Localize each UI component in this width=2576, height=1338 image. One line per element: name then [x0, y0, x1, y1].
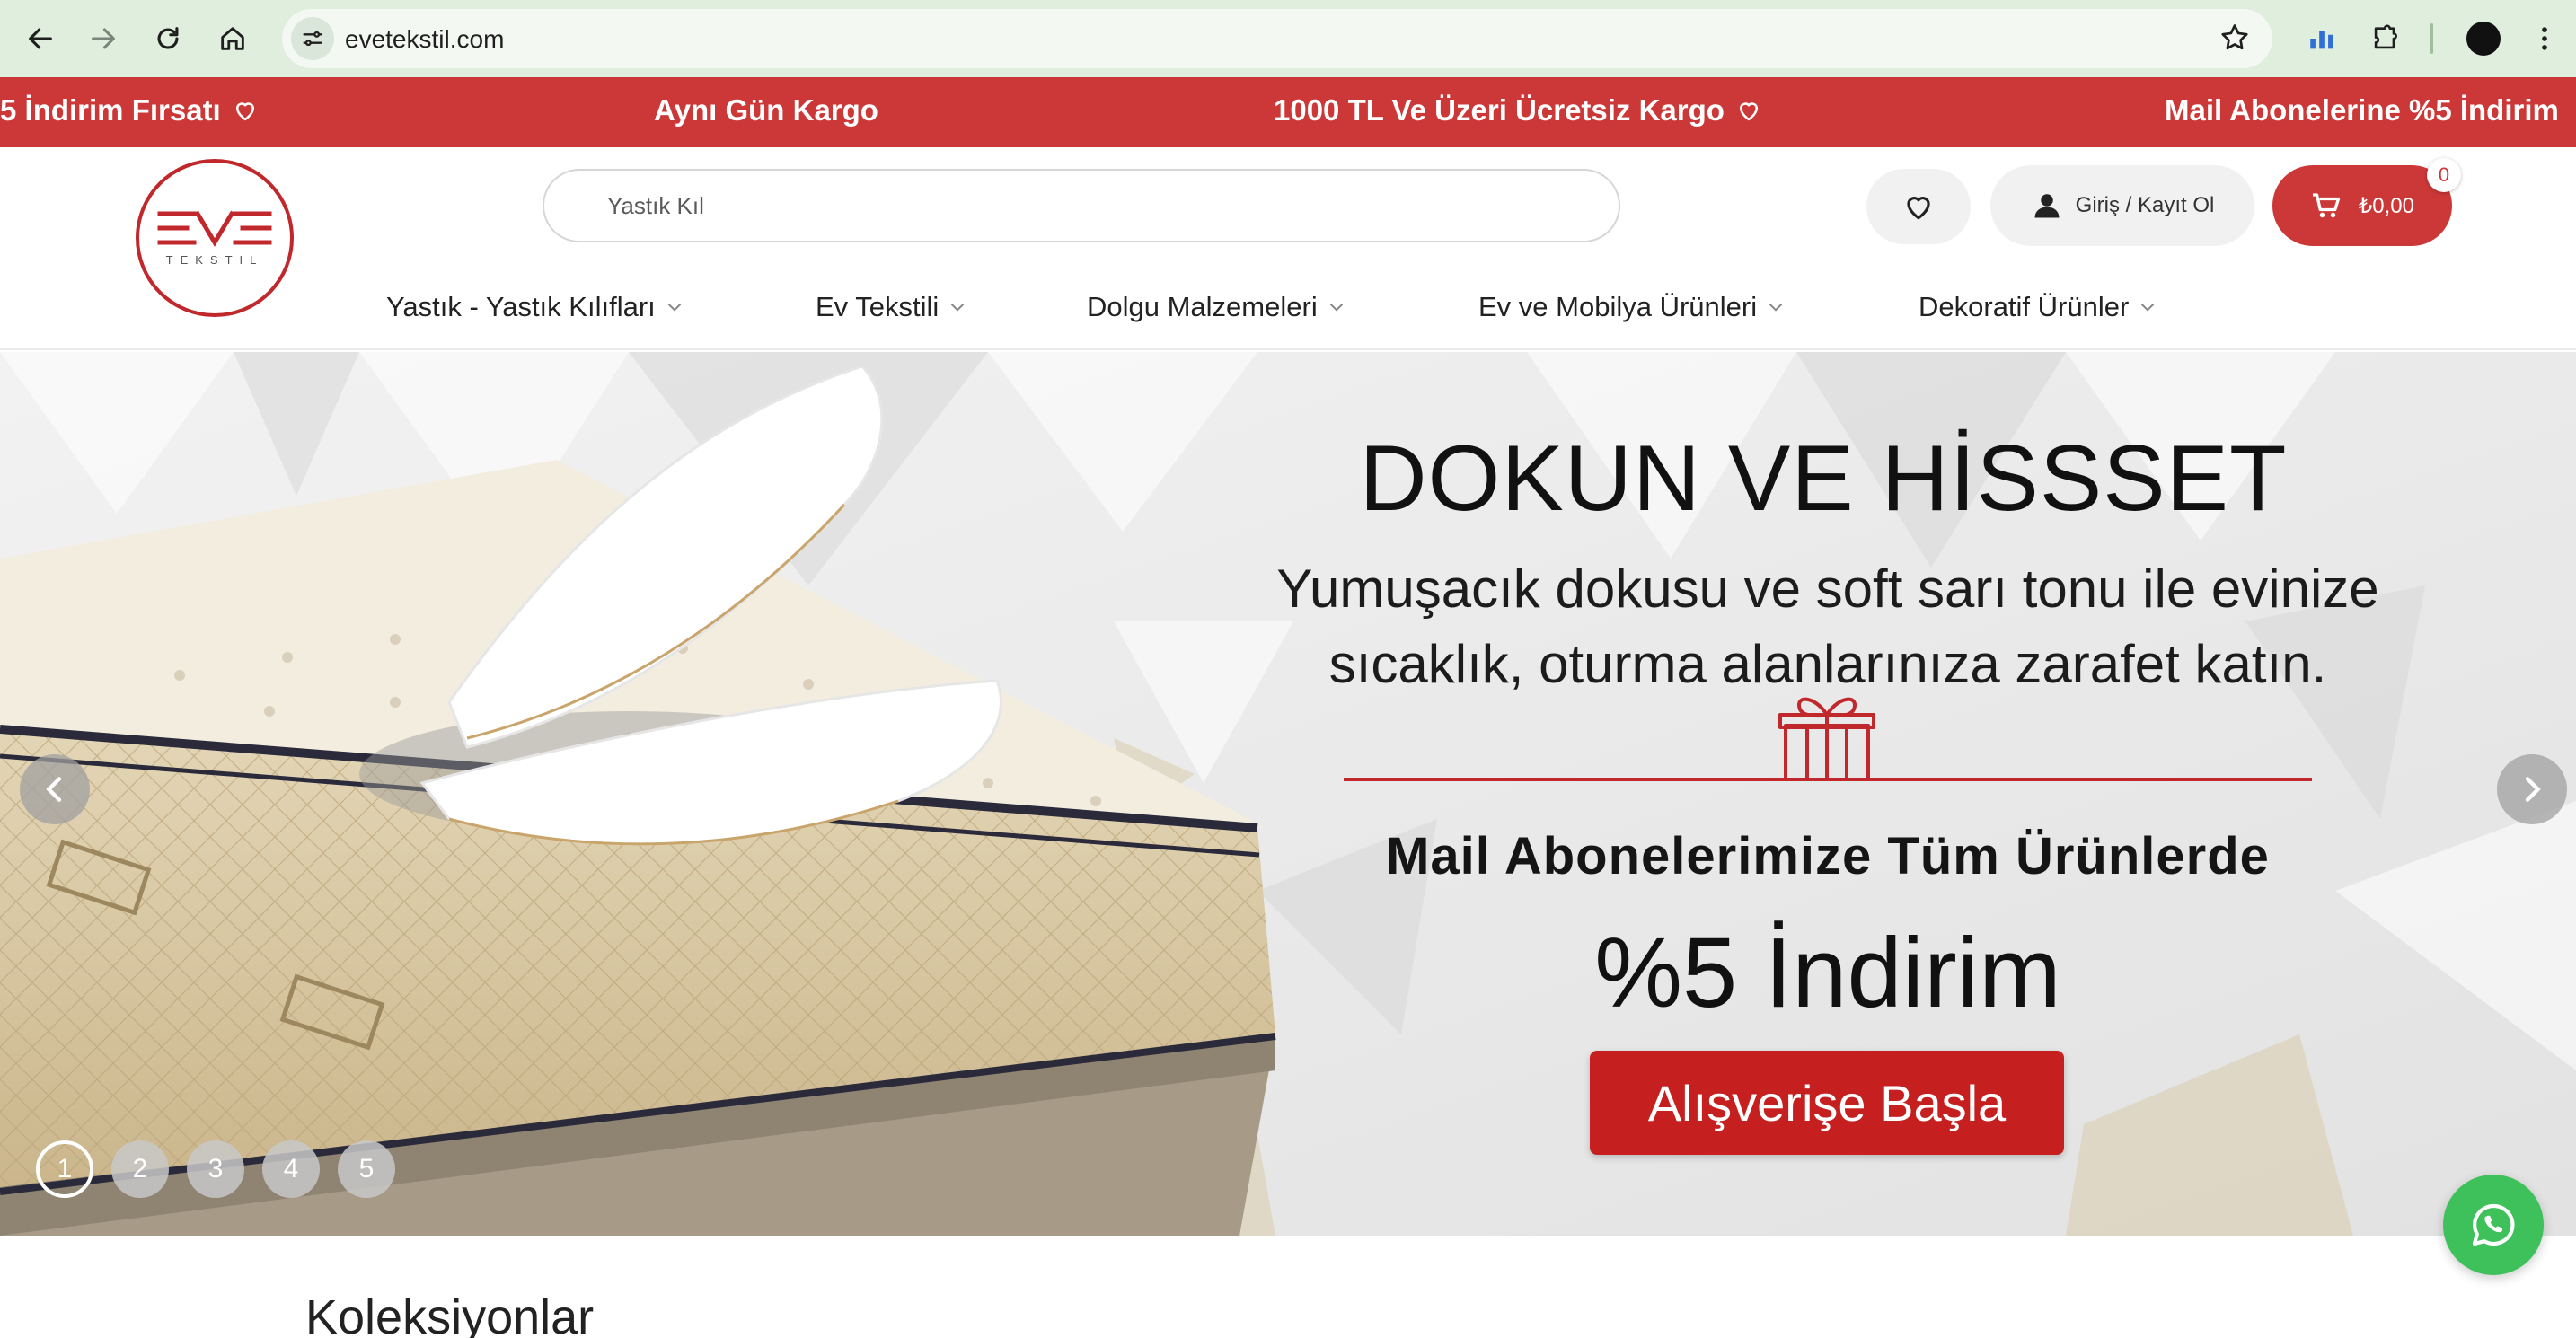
nav-item-dolgu[interactable]: Dolgu Malzemeleri — [1087, 291, 1348, 323]
slide-dot[interactable]: 2 — [111, 1140, 169, 1198]
extensions-button[interactable] — [2362, 16, 2407, 61]
home-button[interactable] — [210, 16, 255, 61]
nav-item-ev-tekstili[interactable]: Ev Tekstili — [816, 291, 969, 323]
chevron-down-icon — [2141, 304, 2155, 312]
login-register-button[interactable]: Giriş / Kayıt Ol — [1990, 165, 2254, 246]
forward-button[interactable] — [81, 16, 126, 61]
heart-icon — [1739, 102, 1758, 121]
site-header: TEKSTIL Giriş / Kayıt Ol ₺0,00 0 Yastık … — [0, 147, 2576, 350]
home-icon — [221, 27, 244, 50]
toolbar-separator — [2430, 23, 2433, 54]
promo-item: 5 İndirim Fırsatı — [0, 93, 259, 128]
kebab-menu-icon — [2542, 27, 2547, 50]
slide-dot[interactable]: 1 — [36, 1140, 93, 1198]
chevron-down-icon — [1769, 304, 1783, 312]
promo-item: 1000 TL Ve Üzeri Ücretsiz Kargo — [1274, 93, 1762, 128]
start-shopping-button[interactable]: Alışverişe Başla — [1590, 1051, 2064, 1155]
promo-item: Aynı Gün Kargo — [654, 93, 878, 127]
chevron-right-icon — [2525, 777, 2541, 802]
chevron-down-icon — [951, 304, 965, 312]
address-bar[interactable]: evetekstil.com — [282, 9, 2272, 68]
tune-icon — [303, 31, 322, 47]
slide-dot[interactable]: 3 — [187, 1140, 244, 1198]
cart-count-badge: 0 — [2427, 158, 2461, 192]
arrow-left-icon — [29, 28, 52, 49]
hero-discount: %5 İndirim — [1594, 918, 2061, 1028]
puzzle-icon — [2374, 24, 2397, 49]
hero-mail-offer: Mail Abonelerimize Tüm Ürünlerde — [1386, 827, 2270, 885]
profile-button[interactable] — [2461, 16, 2506, 61]
whatsapp-button[interactable] — [2443, 1175, 2544, 1275]
promo-bar: 5 İndirim Fırsatı Aynı Gün Kargo 1000 TL… — [0, 77, 2576, 147]
bar-chart-icon — [2310, 31, 2333, 49]
url-text[interactable]: evetekstil.com — [345, 25, 504, 54]
nav-item-mobilya[interactable]: Ev ve Mobilya Ürünleri — [1478, 291, 1787, 323]
user-icon — [2034, 194, 2060, 218]
chevron-left-icon — [46, 777, 62, 802]
arrow-right-icon — [92, 28, 115, 49]
whatsapp-icon — [2472, 1203, 2515, 1246]
nav-item-dekoratif[interactable]: Dekoratif Ürünler — [1919, 291, 2159, 323]
cart-button[interactable]: ₺0,00 — [2272, 165, 2452, 246]
wishlist-button[interactable] — [1866, 169, 1971, 244]
reload-icon — [157, 27, 179, 49]
slider-prev-button[interactable] — [20, 754, 90, 824]
chevron-down-icon — [667, 304, 681, 312]
svg-text:TEKSTIL: TEKSTIL — [166, 253, 264, 267]
site-info-button[interactable] — [291, 17, 334, 60]
cart-total: ₺0,00 — [2359, 193, 2414, 218]
slider-next-button[interactable] — [2497, 754, 2567, 824]
login-label: Giriş / Kayıt Ol — [2075, 193, 2215, 217]
back-button[interactable] — [18, 16, 63, 61]
heart-icon — [1907, 197, 1930, 220]
star-icon — [2221, 24, 2248, 50]
extension-analytics-button[interactable] — [2299, 16, 2344, 61]
search-box[interactable] — [543, 169, 1620, 242]
hero-title: DOKUN VE HİSSSET — [1359, 427, 2288, 531]
promo-item: Mail Abonelerine %5 İndirim — [2165, 93, 2559, 127]
bookmark-button[interactable] — [2219, 22, 2251, 58]
main-nav: Yastık - Yastık Kılıfları Ev Tekstili Do… — [0, 284, 2576, 338]
chevron-down-icon — [1329, 304, 1343, 312]
cart-icon — [2313, 193, 2341, 218]
browser-toolbar: evetekstil.com — [0, 0, 2576, 77]
reload-button[interactable] — [146, 16, 190, 61]
hero-subtitle: Yumuşacık dokusu ve soft sarı tonu ile e… — [1276, 559, 2379, 694]
collections-heading: Koleksiyonlar — [305, 1290, 595, 1338]
slide-dot[interactable]: 4 — [262, 1140, 320, 1198]
hero-divider — [1344, 778, 2312, 781]
hero-slider: DOKUN VE HİSSSET Yumuşacık dokusu ve sof… — [0, 352, 2576, 1236]
nav-item-yastik[interactable]: Yastık - Yastık Kılıfları — [386, 291, 686, 323]
slide-dot[interactable]: 5 — [338, 1140, 395, 1198]
gift-icon — [1778, 697, 1875, 781]
search-input[interactable] — [607, 171, 1595, 241]
avatar — [2466, 22, 2501, 56]
heart-icon — [235, 102, 254, 121]
browser-menu-button[interactable] — [2522, 16, 2567, 61]
